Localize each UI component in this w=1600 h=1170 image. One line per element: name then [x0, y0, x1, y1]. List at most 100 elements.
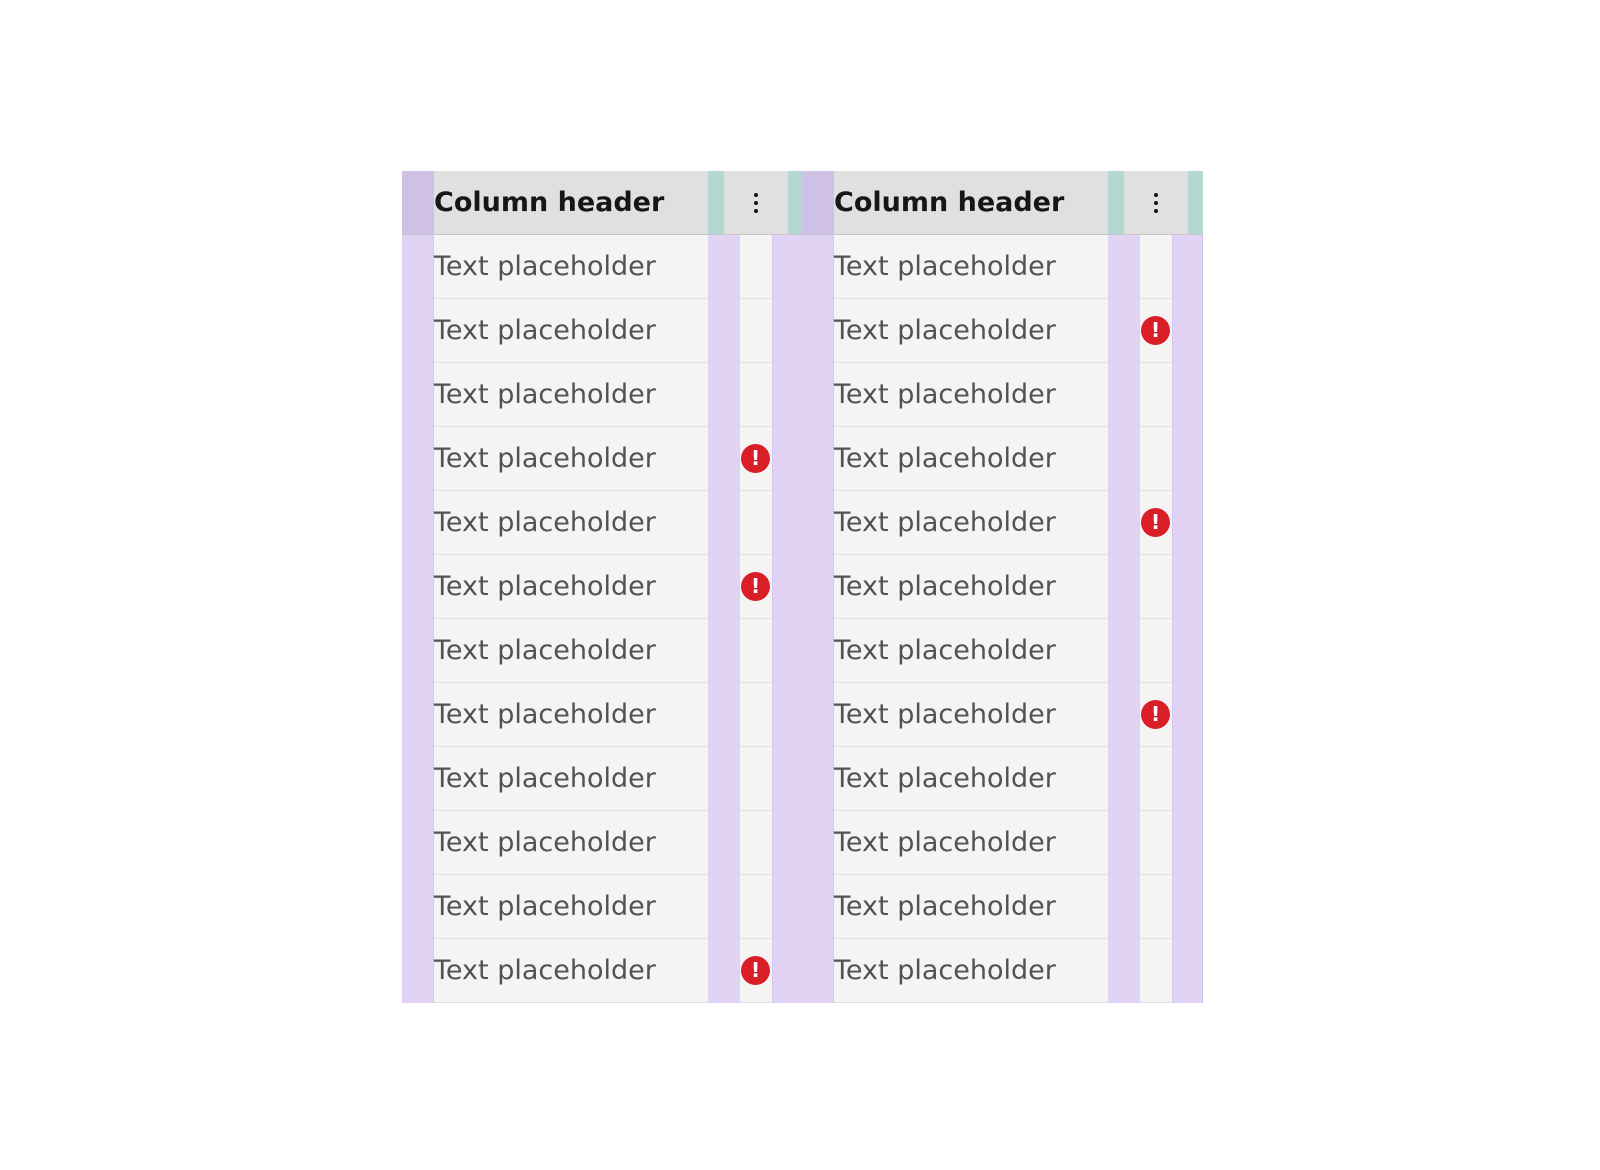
- cell-padding-left: [802, 939, 834, 1003]
- warning-filled-icon: !: [741, 572, 770, 601]
- cell-padding-mid: [708, 747, 740, 811]
- cell-padding-right: [772, 683, 803, 747]
- column-header[interactable]: Column header: [402, 171, 803, 235]
- header-spacing-marker: [1108, 171, 1124, 234]
- cell-padding-left: [402, 555, 434, 619]
- table-row: Text placeholder: [802, 811, 1203, 875]
- cell-padding-left: [402, 875, 434, 939]
- table-row: Text placeholder: [402, 363, 803, 427]
- cell-padding-mid: [1108, 555, 1140, 619]
- warning-filled-icon: !: [1141, 508, 1170, 537]
- cell-text: Text placeholder: [834, 315, 1056, 346]
- cell-text: Text placeholder: [434, 571, 656, 602]
- cell-padding-left: [402, 235, 434, 299]
- cell-padding-right: [772, 811, 803, 875]
- warning-filled-icon: !: [741, 956, 770, 985]
- table-row: Text placeholder: [402, 875, 803, 939]
- cell-padding-left: [802, 299, 834, 363]
- cell-padding-mid: [708, 363, 740, 427]
- table-row: Text placeholder: [402, 619, 803, 683]
- cell-text: Text placeholder: [834, 891, 1056, 922]
- table-row: Text placeholder: [402, 299, 803, 363]
- cell-padding-mid: [1108, 747, 1140, 811]
- cell-padding-right: [772, 619, 803, 683]
- header-padding-left: [802, 171, 834, 234]
- table-row: Text placeholder!: [402, 939, 803, 1003]
- cell-padding-left: [802, 619, 834, 683]
- cell-text: Text placeholder: [434, 507, 656, 538]
- cell-padding-mid: [708, 619, 740, 683]
- cell-padding-left: [402, 939, 434, 1003]
- header-padding-left: [402, 171, 434, 234]
- data-table-spec: Column header Text placeholder Text placeh…: [0, 0, 1600, 1170]
- table-column: Column header Text placeholder Text placeh…: [802, 171, 1203, 1005]
- warning-filled-icon: !: [741, 444, 770, 473]
- cell-text: Text placeholder: [834, 699, 1056, 730]
- cell-padding-right: [772, 491, 803, 555]
- cell-padding-left: [402, 363, 434, 427]
- cell-padding-left: [402, 811, 434, 875]
- cell-padding-right: [1172, 875, 1203, 939]
- overflow-menu-vertical-icon[interactable]: [724, 171, 788, 234]
- cell-text: Text placeholder: [434, 379, 656, 410]
- cell-padding-left: [402, 427, 434, 491]
- cell-text: Text placeholder: [434, 699, 656, 730]
- column-header[interactable]: Column header: [802, 171, 1203, 235]
- warning-filled-icon: !: [1141, 316, 1170, 345]
- table-row: Text placeholder: [802, 939, 1203, 1003]
- cell-padding-mid: [1108, 235, 1140, 299]
- cell-text: Text placeholder: [434, 763, 656, 794]
- table-row: Text placeholder: [402, 683, 803, 747]
- cell-padding-left: [402, 299, 434, 363]
- column-header-title: Column header: [834, 187, 1065, 218]
- table-row: Text placeholder: [402, 747, 803, 811]
- table-row: Text placeholder!: [802, 491, 1203, 555]
- menu-dot: [1154, 193, 1158, 197]
- column-header-title: Column header: [434, 187, 665, 218]
- cell-padding-left: [802, 235, 834, 299]
- table-row: Text placeholder: [402, 235, 803, 299]
- cell-text: Text placeholder: [434, 315, 656, 346]
- cell-padding-right: [772, 299, 803, 363]
- cell-text: Text placeholder: [834, 635, 1056, 666]
- table-row: Text placeholder: [802, 427, 1203, 491]
- cell-text: Text placeholder: [434, 891, 656, 922]
- table-row: Text placeholder: [802, 555, 1203, 619]
- cell-padding-mid: [1108, 299, 1140, 363]
- cell-text: Text placeholder: [834, 763, 1056, 794]
- cell-text: Text placeholder: [434, 443, 656, 474]
- cell-padding-mid: [1108, 491, 1140, 555]
- cell-padding-right: [772, 363, 803, 427]
- cell-padding-right: [772, 939, 803, 1003]
- cell-padding-mid: [1108, 427, 1140, 491]
- cell-padding-right: [1172, 299, 1203, 363]
- cell-padding-mid: [708, 427, 740, 491]
- table-row: Text placeholder: [802, 619, 1203, 683]
- cell-text: Text placeholder: [834, 571, 1056, 602]
- table-row: Text placeholder: [802, 875, 1203, 939]
- overflow-menu-vertical-icon[interactable]: [1124, 171, 1188, 234]
- cell-text: Text placeholder: [434, 251, 656, 282]
- table-row: Text placeholder!: [802, 299, 1203, 363]
- cell-padding-right: [1172, 747, 1203, 811]
- cell-text: Text placeholder: [834, 443, 1056, 474]
- cell-padding-mid: [1108, 811, 1140, 875]
- table-row: Text placeholder!: [802, 683, 1203, 747]
- table-row: Text placeholder: [402, 811, 803, 875]
- cell-padding-left: [802, 555, 834, 619]
- menu-dot: [1154, 201, 1158, 205]
- cell-padding-left: [402, 683, 434, 747]
- cell-padding-left: [802, 427, 834, 491]
- table-row: Text placeholder: [802, 235, 1203, 299]
- cell-padding-left: [802, 683, 834, 747]
- cell-padding-right: [1172, 683, 1203, 747]
- table-column: Column header Text placeholder Text placeh…: [402, 171, 803, 1005]
- cell-padding-mid: [708, 683, 740, 747]
- menu-dot: [1154, 209, 1158, 213]
- header-spacing-marker: [708, 171, 724, 234]
- cell-padding-mid: [708, 939, 740, 1003]
- cell-padding-right: [1172, 939, 1203, 1003]
- cell-padding-mid: [708, 235, 740, 299]
- cell-text: Text placeholder: [834, 507, 1056, 538]
- cell-padding-left: [402, 491, 434, 555]
